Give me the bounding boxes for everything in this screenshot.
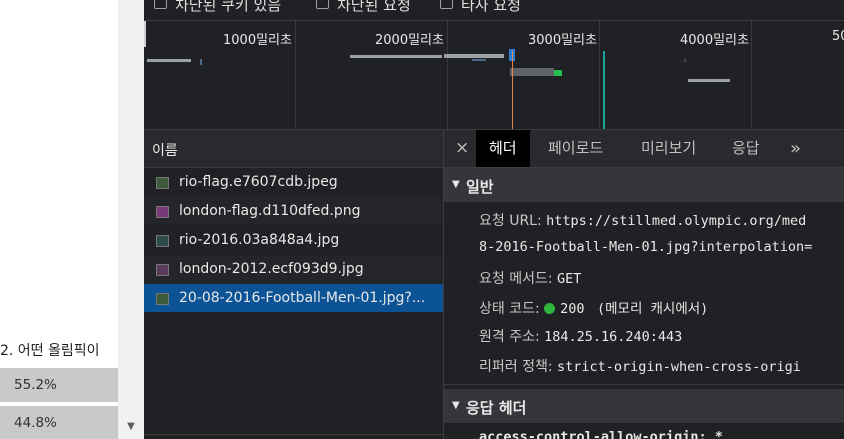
request-method-row: 요청 메서드: GET <box>479 271 582 287</box>
timeline-handle[interactable] <box>144 21 146 47</box>
tick-line <box>751 21 752 129</box>
request-row[interactable]: rio-flag.e7607cdb.jpeg <box>144 168 443 196</box>
request-row[interactable]: rio-2016.03a848a4.jpg <box>144 226 443 254</box>
waterfall-bar <box>554 70 562 76</box>
detail-tabs: × 헤더 페이로드 미리보기 응답 » <box>444 130 844 168</box>
tick-line <box>599 21 600 129</box>
image-file-icon <box>156 264 169 276</box>
waterfall-bar <box>444 54 504 58</box>
tab-payload[interactable]: 페이로드 <box>548 130 603 167</box>
network-timeline[interactable]: 1000밀리초 2000밀리초 3000밀리초 4000밀리초 50 <box>144 21 844 130</box>
response-headers-section-header[interactable]: ▼ 응답 헤더 <box>444 389 844 423</box>
waterfall-bar <box>350 55 442 58</box>
close-icon[interactable]: × <box>455 130 469 167</box>
dom-content-marker <box>603 51 605 129</box>
request-name: london-2012.ecf093d9.jpg <box>179 261 364 277</box>
waterfall-bar <box>688 79 730 82</box>
image-file-icon <box>156 235 169 247</box>
waterfall-bar <box>147 59 191 62</box>
expand-triangle-icon: ▼ <box>452 179 460 190</box>
status-ok-icon <box>544 303 556 314</box>
name-column-header[interactable]: 이름 <box>144 130 444 168</box>
third-party-checkbox[interactable]: 타사 요청 <box>440 0 521 14</box>
request-row[interactable]: london-flag.d110dfed.png <box>144 197 443 225</box>
tick-label: 1000밀리초 <box>223 33 292 48</box>
load-event-marker <box>512 51 513 129</box>
request-name: rio-2016.03a848a4.jpg <box>179 232 340 248</box>
name-header-label: 이름 <box>152 143 178 159</box>
general-section-header[interactable]: ▼ 일반 <box>444 168 844 202</box>
tab-response[interactable]: 응답 <box>732 130 760 167</box>
status-code-row: 상태 코드: 200 (메모리 캐시에서) <box>479 301 709 317</box>
waterfall-bar <box>472 59 486 61</box>
poll-option-1[interactable]: 55.2% <box>0 368 118 402</box>
headers-details: ▼ 일반 요청 URL: https://stillmed.olympic.or… <box>444 168 844 439</box>
divider <box>444 384 844 385</box>
poll-option-1-percent: 55.2% <box>14 377 57 393</box>
response-header-row: access-control-allow-origin: * <box>479 429 723 439</box>
filter-bar: 차단된 쿠키 있음 차단된 요청 타사 요청 <box>144 0 844 21</box>
tab-headers[interactable]: 헤더 <box>476 130 530 167</box>
request-name: 20-08-2016-Football-Men-01.jpg?... <box>179 290 426 306</box>
blocked-requests-checkbox[interactable]: 차단된 요청 <box>316 0 411 14</box>
request-name: rio-flag.e7607cdb.jpeg <box>179 174 338 190</box>
expand-triangle-icon: ▼ <box>452 400 460 411</box>
webpage-area: 2. 어떤 올림픽이 55.2% 44.8% <box>0 0 118 439</box>
general-title: 일반 <box>466 178 494 196</box>
remote-address-row: 원격 주소: 184.25.16.240:443 <box>479 329 683 345</box>
image-file-icon <box>156 206 169 218</box>
waterfall-bar <box>200 59 202 65</box>
tick-label: 2000밀리초 <box>375 33 444 48</box>
tick-label: 3000밀리초 <box>528 33 597 48</box>
tick-line <box>295 21 296 129</box>
request-name: london-flag.d110dfed.png <box>179 203 361 219</box>
waterfall-bar <box>510 68 554 76</box>
response-headers-title: 응답 헤더 <box>466 399 527 417</box>
poll-option-2[interactable]: 44.8% <box>0 406 118 439</box>
referrer-policy-row: 리퍼러 정책: strict-origin-when-cross-origi <box>479 359 801 375</box>
request-list: rio-flag.e7607cdb.jpeg london-flag.d110d… <box>144 168 444 439</box>
poll-option-2-percent: 44.8% <box>14 415 57 431</box>
more-tabs-icon[interactable]: » <box>790 130 801 167</box>
page-scrollbar[interactable] <box>118 0 144 439</box>
tab-preview[interactable]: 미리보기 <box>641 130 696 167</box>
request-row[interactable]: london-2012.ecf093d9.jpg <box>144 255 443 283</box>
image-file-icon <box>156 293 169 305</box>
waterfall-bar <box>684 59 686 62</box>
tick-label: 4000밀리초 <box>680 33 749 48</box>
request-url-row-continued: 8-2016-Football-Men-01.jpg?interpolation… <box>479 239 813 255</box>
tick-label: 50 <box>832 29 844 44</box>
request-url-row: 요청 URL: https://stillmed.olympic.org/med <box>479 213 807 229</box>
poll-question: 2. 어떤 올림픽이 <box>0 343 100 359</box>
divider <box>144 434 443 435</box>
blocked-cookies-checkbox[interactable]: 차단된 쿠키 있음 <box>154 0 281 14</box>
tick-line <box>447 21 448 129</box>
image-file-icon <box>156 177 169 189</box>
scroll-down-arrow-icon[interactable]: ▼ <box>118 414 144 439</box>
request-row-selected[interactable]: 20-08-2016-Football-Men-01.jpg?... <box>144 284 443 312</box>
